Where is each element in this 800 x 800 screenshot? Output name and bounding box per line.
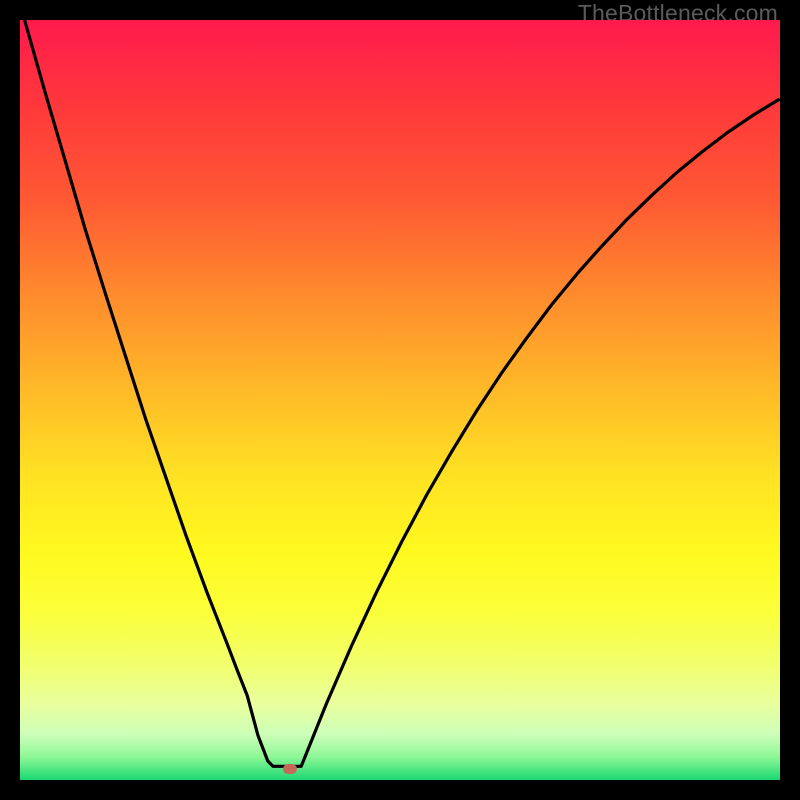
bottleneck-curve (25, 20, 779, 766)
plot-area (20, 20, 780, 780)
optimum-marker (283, 764, 297, 774)
curve-svg (20, 20, 780, 780)
chart-frame: TheBottleneck.com (0, 0, 800, 800)
